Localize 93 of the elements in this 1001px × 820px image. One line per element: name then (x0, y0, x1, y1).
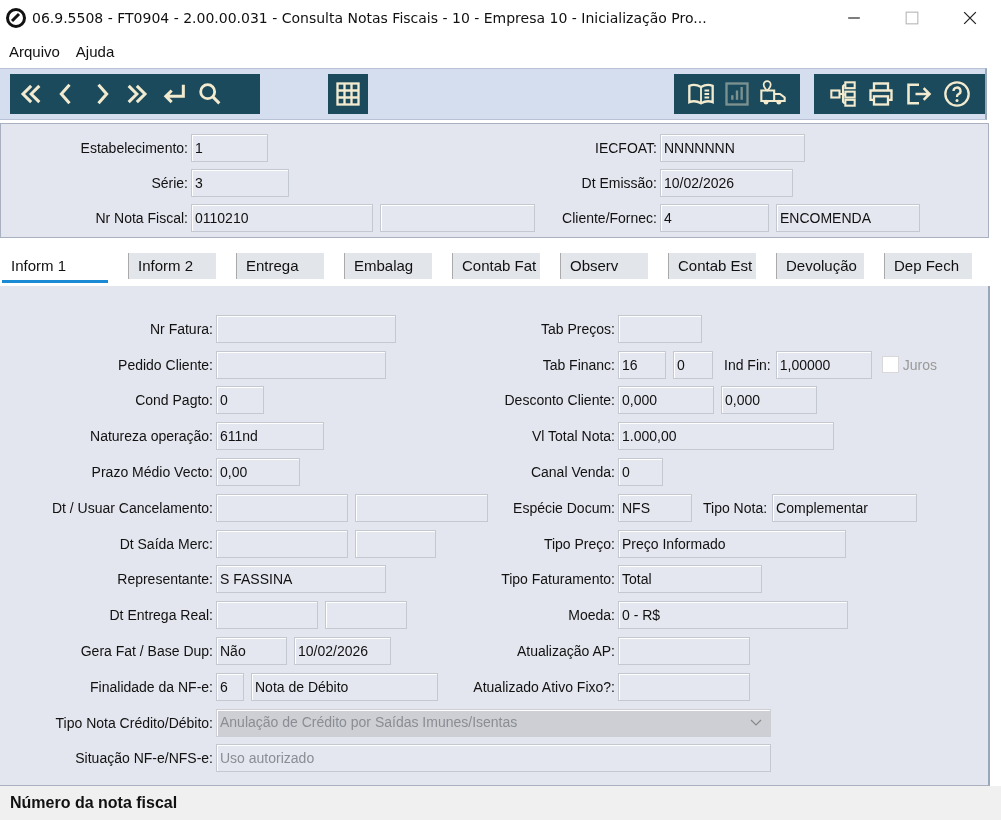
field-label: Atualização AP: (516, 643, 616, 660)
text-field[interactable] (216, 601, 318, 630)
text-field[interactable] (618, 314, 702, 343)
hierarchy-icon[interactable] (828, 80, 857, 108)
text-field[interactable]: 0,000 (618, 386, 714, 415)
field-label: Gera Fat / Base Dup: (79, 643, 214, 660)
field-label: IECFOAT: (595, 139, 658, 156)
menu-item[interactable]: Ajuda (75, 40, 115, 62)
checkbox-label: Juros (902, 356, 937, 373)
field-label: Estabelecimento: (79, 139, 189, 156)
field-label: Tipo Nota Crédito/Débito: (54, 714, 214, 731)
tab[interactable]: Embalag (344, 253, 432, 279)
text-field[interactable]: 10/02/2026 (294, 637, 391, 666)
text-field[interactable]: NFS (618, 493, 692, 522)
app-icon (6, 8, 26, 28)
text-field[interactable] (355, 493, 488, 522)
text-field[interactable]: Total (618, 565, 762, 594)
field-label: Prazo Médio Vecto: (90, 464, 214, 481)
tab[interactable]: Observ (560, 253, 648, 279)
field-label: Situação NF-e/NFS-e: (74, 750, 214, 767)
field-label: Dt Entrega Real: (108, 607, 214, 624)
field-label: Espécie Docum: (513, 499, 616, 516)
field-label: Cond Pagto: (134, 392, 214, 409)
text-field[interactable]: 1,00000 (775, 350, 872, 379)
field-label: Tipo Faturamento: (501, 571, 616, 588)
field-label: Tipo Preço: (543, 535, 616, 552)
field-label: Ind Fin: (724, 356, 771, 373)
field-label: Tab Preços: (541, 320, 616, 337)
text-field[interactable] (325, 601, 407, 630)
field-label: Moeda: (568, 607, 616, 624)
field-label: Cliente/Fornec: (562, 209, 658, 226)
text-field[interactable]: 0,000 (721, 386, 817, 415)
tab[interactable]: Contab Fat (452, 253, 540, 279)
text-field[interactable]: 3 (191, 168, 289, 197)
text-field[interactable] (618, 637, 750, 666)
tab[interactable]: Inform 2 (128, 253, 216, 279)
text-field[interactable]: 1 (191, 133, 268, 162)
text-field[interactable] (216, 350, 386, 379)
text-field[interactable] (355, 529, 436, 558)
field-label: Dt Saída Merc: (118, 535, 214, 552)
field-label: Tab Financ: (542, 356, 616, 373)
status-text: Número da nota fiscal (0, 786, 1001, 820)
text-field[interactable]: Complementar (772, 493, 918, 522)
field-label: Representante: (116, 571, 214, 588)
text-field[interactable]: 611nd (216, 422, 324, 451)
close-icon[interactable] (963, 11, 977, 25)
text-field[interactable]: 0110210 (191, 203, 373, 232)
text-field[interactable]: Preço Informado (618, 529, 846, 558)
printer-icon[interactable] (866, 80, 895, 108)
tab[interactable]: Devolução (776, 253, 864, 279)
text-field[interactable] (216, 493, 348, 522)
text-field[interactable] (618, 672, 750, 701)
text-field[interactable] (216, 314, 396, 343)
field-label: Tipo Nota: (703, 499, 768, 516)
tab[interactable]: Entrega (236, 253, 324, 279)
checkbox[interactable] (881, 356, 899, 374)
field-label: Nr Fatura: (149, 320, 214, 337)
text-field[interactable]: Não (216, 637, 287, 666)
field-label: Vl Total Nota: (532, 428, 616, 445)
field-label: Nr Nota Fiscal: (94, 209, 189, 226)
field-label: Dt Emissão: (581, 174, 658, 191)
tab[interactable]: Contab Est (668, 253, 756, 279)
help-icon[interactable] (942, 80, 971, 108)
text-field[interactable]: 4 (660, 203, 769, 232)
text-field[interactable]: 0 (216, 386, 264, 415)
exit-icon[interactable] (904, 80, 933, 108)
text-field[interactable]: NNNNNNN (660, 133, 805, 162)
grid-icon[interactable] (333, 80, 362, 108)
text-field[interactable] (380, 203, 535, 232)
field-label: Pedido Cliente: (117, 356, 214, 373)
text-field[interactable]: 0,00 (216, 458, 300, 487)
field-label: Atualizado Ativo Fixo?: (473, 678, 616, 695)
text-field[interactable]: 0 (673, 350, 713, 379)
text-field[interactable]: 10/02/2026 (660, 168, 793, 197)
text-field[interactable]: 0 - R$ (618, 601, 848, 630)
window-title: 06.9.5508 - FT0904 - 2.00.00.031 - Consulta Notas Fiscais - 10 - Empresa 10 - Inicialização Pro... (32, 10, 708, 26)
field-label: Natureza operação: (89, 428, 214, 445)
menu-item[interactable]: Arquivo (9, 40, 60, 62)
tab[interactable]: Dep Fech (884, 253, 972, 279)
text-field[interactable]: Nota de Débito (251, 672, 438, 701)
text-field[interactable]: 0 (618, 458, 663, 487)
text-field[interactable]: 16 (618, 350, 666, 379)
text-field[interactable]: 1.000,00 (618, 422, 834, 451)
text-field[interactable]: 6 (216, 672, 244, 701)
field-label: Dt / Usuar Cancelamento: (50, 499, 214, 516)
text-field[interactable]: ENCOMENDA (776, 203, 920, 232)
chevron-down-icon (750, 718, 762, 727)
text-field[interactable] (216, 529, 348, 558)
text-field[interactable]: S FASSINA (216, 565, 386, 594)
field-label: Desconto Cliente: (504, 392, 616, 409)
field-label: Série: (150, 174, 189, 191)
field-label: Finalidade da NF-e: (89, 678, 214, 695)
field-label: Canal Venda: (530, 464, 616, 481)
